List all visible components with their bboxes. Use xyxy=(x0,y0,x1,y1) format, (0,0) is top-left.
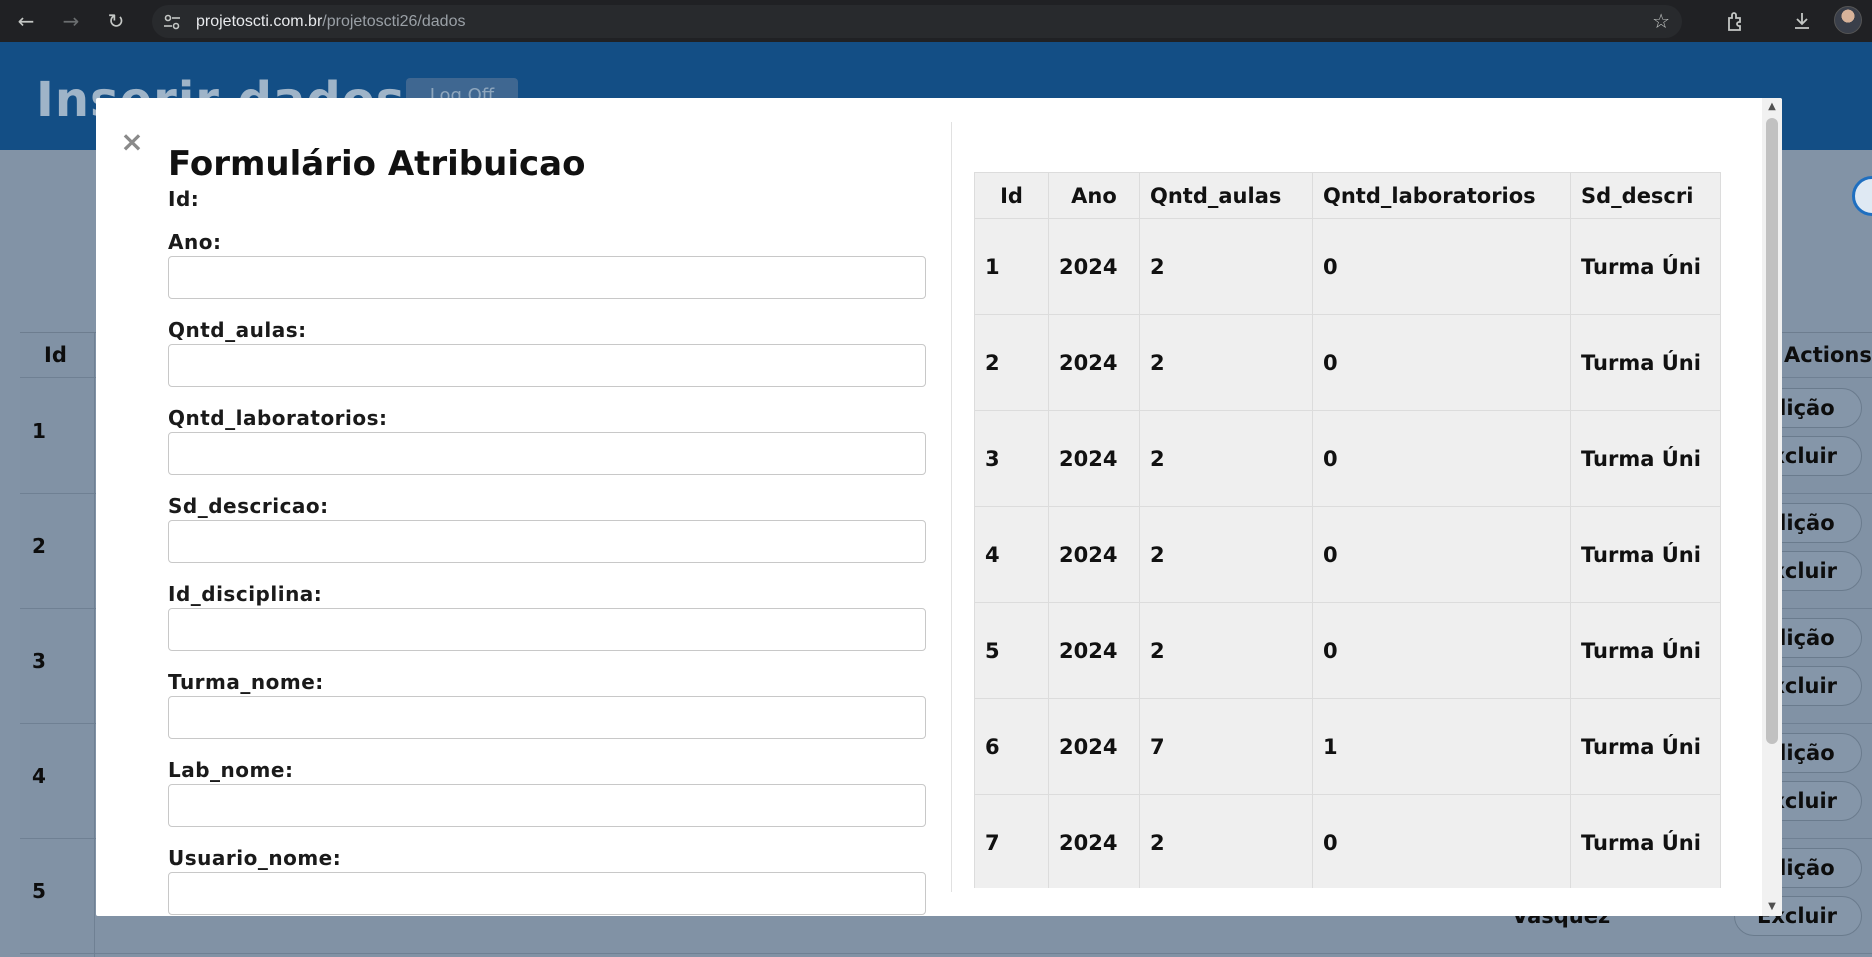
cell-ano: 2024 xyxy=(1048,602,1140,699)
close-icon[interactable]: × xyxy=(118,128,146,156)
cell-qntd-aulas: 2 xyxy=(1139,794,1313,888)
cell-qntd-aulas: 2 xyxy=(1139,602,1313,699)
browser-toolbar: ← → ↻ projetoscti.com.br/projetoscti26/d… xyxy=(0,0,1872,42)
site-settings-icon[interactable] xyxy=(162,12,182,32)
cell-sd-descricao: Turma Úni xyxy=(1570,602,1721,699)
cell-id: 2 xyxy=(974,314,1049,411)
helper-widget-icon[interactable] xyxy=(1852,176,1872,216)
atribuicao-table-panel: Id Ano Qntd_aulas Qntd_laboratorios Sd_d… xyxy=(952,122,1732,888)
qntd-aulas-label: Qntd_aulas: xyxy=(168,318,307,342)
cell-id: 6 xyxy=(974,698,1049,795)
turma-nome-label: Turma_nome: xyxy=(168,670,324,694)
table-row[interactable]: 3 2024 2 0 Turma Úni xyxy=(974,410,1721,507)
table-row[interactable]: 1 2024 2 0 Turma Úni xyxy=(974,218,1721,315)
table-row[interactable]: 2 2024 2 0 Turma Úni xyxy=(974,314,1721,411)
modal-vertical-scrollbar[interactable]: ▲ ▼ xyxy=(1762,98,1782,916)
row-id: 1 xyxy=(32,419,46,443)
cell-qntd-aulas: 2 xyxy=(1139,410,1313,507)
cell-ano: 2024 xyxy=(1048,506,1140,603)
table-row[interactable]: 4 2024 2 0 Turma Úni xyxy=(974,506,1721,603)
profile-avatar[interactable] xyxy=(1834,6,1862,34)
row-id: 3 xyxy=(32,649,46,673)
id-disciplina-input[interactable] xyxy=(168,608,926,651)
cell-qntd-laboratorios: 0 xyxy=(1312,218,1571,315)
cell-qntd-aulas: 2 xyxy=(1139,314,1313,411)
cell-ano: 2024 xyxy=(1048,794,1140,888)
column-header-qntd-laboratorios: Qntd_laboratorios xyxy=(1312,172,1571,219)
cell-id: 4 xyxy=(974,506,1049,603)
back-icon[interactable]: ← xyxy=(14,9,38,33)
row-id: 5 xyxy=(32,879,46,903)
cell-ano: 2024 xyxy=(1048,218,1140,315)
url-host: projetoscti.com.br xyxy=(196,13,323,30)
usuario-nome-input[interactable] xyxy=(168,872,926,915)
scroll-down-arrow-icon[interactable]: ▼ xyxy=(1762,898,1782,916)
cell-sd-descricao: Turma Úni xyxy=(1570,698,1721,795)
column-header-sd-descricao: Sd_descri xyxy=(1570,172,1721,219)
turma-nome-input[interactable] xyxy=(168,696,926,739)
reload-icon[interactable]: ↻ xyxy=(104,9,128,33)
column-header-id: Id xyxy=(44,343,67,367)
column-header-qntd-aulas: Qntd_aulas xyxy=(1139,172,1313,219)
row-id: 2 xyxy=(32,534,46,558)
cell-id: 7 xyxy=(974,794,1049,888)
cell-qntd-laboratorios: 0 xyxy=(1312,314,1571,411)
cell-qntd-aulas: 2 xyxy=(1139,218,1313,315)
table-row[interactable]: 5 2024 2 0 Turma Úni xyxy=(974,602,1721,699)
scroll-up-arrow-icon[interactable]: ▲ xyxy=(1762,98,1782,116)
cell-qntd-laboratorios: 1 xyxy=(1312,698,1571,795)
id-label: Id: xyxy=(168,187,200,211)
ano-input[interactable] xyxy=(168,256,926,299)
atribuicao-table: Id Ano Qntd_aulas Qntd_laboratorios Sd_d… xyxy=(974,172,1721,888)
cell-qntd-aulas: 2 xyxy=(1139,506,1313,603)
cell-sd-descricao: Turma Úni xyxy=(1570,410,1721,507)
ano-label: Ano: xyxy=(168,230,222,254)
cell-qntd-laboratorios: 0 xyxy=(1312,506,1571,603)
column-header-actions: Actions xyxy=(1784,343,1872,367)
atribuicao-form-modal: × Formulário Atribuicao Id: Ano: Qntd_au… xyxy=(96,98,1782,916)
lab-nome-input[interactable] xyxy=(168,784,926,827)
qntd-laboratorios-label: Qntd_laboratorios: xyxy=(168,406,388,430)
table-header-row: Id Ano Qntd_aulas Qntd_laboratorios Sd_d… xyxy=(974,172,1721,219)
column-header-ano: Ano xyxy=(1048,172,1140,219)
sd-descricao-label: Sd_descricao: xyxy=(168,494,329,518)
url-text[interactable]: projetoscti.com.br/projetoscti26/dados xyxy=(196,5,465,38)
cell-sd-descricao: Turma Úni xyxy=(1570,314,1721,411)
cell-sd-descricao: Turma Úni xyxy=(1570,506,1721,603)
cell-sd-descricao: Turma Úni xyxy=(1570,218,1721,315)
lab-nome-label: Lab_nome: xyxy=(168,758,294,782)
table-row[interactable]: 7 2024 2 0 Turma Úni xyxy=(974,794,1721,888)
column-header-id: Id xyxy=(974,172,1049,219)
download-icon[interactable] xyxy=(1790,9,1814,33)
cell-qntd-laboratorios: 0 xyxy=(1312,794,1571,888)
table-row[interactable]: 6 2024 7 1 Turma Úni xyxy=(974,698,1721,795)
bookmark-star-icon[interactable]: ☆ xyxy=(1652,10,1670,32)
usuario-nome-label: Usuario_nome: xyxy=(168,846,342,870)
url-path: /projetoscti26/dados xyxy=(322,13,466,30)
cell-ano: 2024 xyxy=(1048,314,1140,411)
id-disciplina-label: Id_disciplina: xyxy=(168,582,323,606)
forward-icon[interactable]: → xyxy=(59,9,83,33)
cell-id: 1 xyxy=(974,218,1049,315)
form-title: Formulário Atribuicao xyxy=(168,144,586,184)
extensions-icon[interactable] xyxy=(1724,9,1748,33)
cell-ano: 2024 xyxy=(1048,698,1140,795)
row-divider xyxy=(20,953,1872,954)
qntd-laboratorios-input[interactable] xyxy=(168,432,926,475)
sd-descricao-input[interactable] xyxy=(168,520,926,563)
cell-id: 3 xyxy=(974,410,1049,507)
address-bar[interactable]: projetoscti.com.br/projetoscti26/dados ☆ xyxy=(152,5,1682,38)
column-divider xyxy=(94,333,95,957)
cell-qntd-aulas: 7 xyxy=(1139,698,1313,795)
cell-qntd-laboratorios: 0 xyxy=(1312,410,1571,507)
cell-sd-descricao: Turma Úni xyxy=(1570,794,1721,888)
qntd-aulas-input[interactable] xyxy=(168,344,926,387)
cell-ano: 2024 xyxy=(1048,410,1140,507)
cell-id: 5 xyxy=(974,602,1049,699)
cell-qntd-laboratorios: 0 xyxy=(1312,602,1571,699)
row-id: 4 xyxy=(32,764,46,788)
scroll-thumb[interactable] xyxy=(1766,118,1778,744)
